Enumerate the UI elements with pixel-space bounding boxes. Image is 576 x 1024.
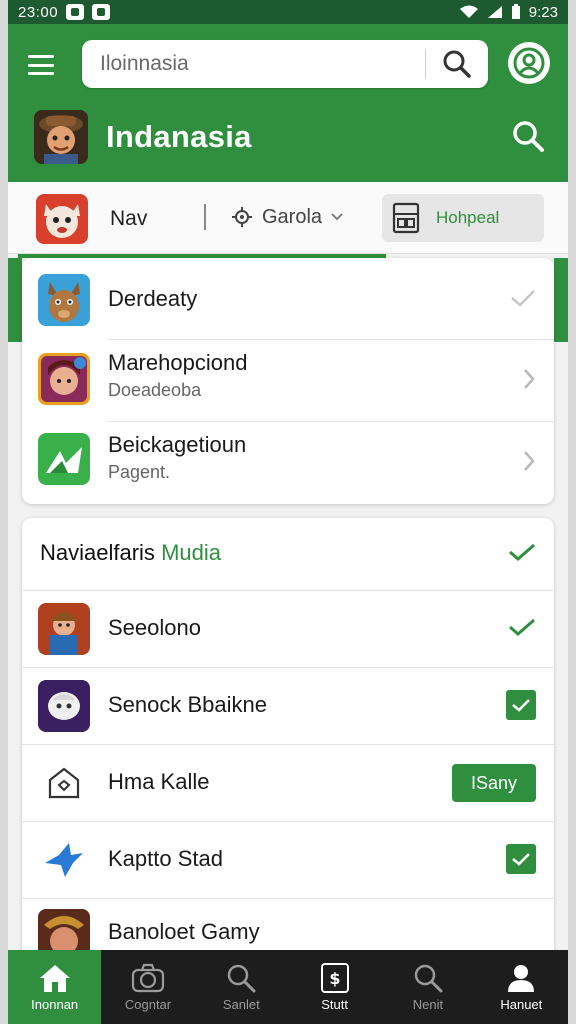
page-title: Indanasia [106,119,252,154]
dollar-icon: $ [320,962,349,993]
chevron-right-icon [522,368,536,395]
nav-profile[interactable]: Hanuet [475,950,568,1024]
list-item-title: Seeolono [108,615,201,640]
tab-bar: Nav Garola Hohpeal [8,182,568,254]
check-icon [512,699,530,712]
section-title: Naviaelfaris Mudia [40,540,221,566]
tab-filter-label: Garola [262,205,323,228]
check-icon [510,288,536,313]
list-item-subtitle: Pagent. [108,462,171,482]
header-search-button[interactable] [510,118,546,154]
profile-button[interactable] [508,42,550,84]
battery-icon [511,4,521,20]
home-icon [39,964,70,992]
nav-profile-label: Hanuet [500,996,543,1012]
list-item-title: Beickagetioun [108,432,247,457]
sany-button-label: ISany [452,764,536,802]
user-icon [513,47,545,79]
check-icon[interactable] [508,542,536,567]
list-item[interactable]: Derdeaty [22,258,554,338]
signal-icon [487,5,503,19]
app-icon [38,353,90,405]
list-item[interactable]: Kaptto Stad [22,822,554,898]
nav-home-label: Inonnan [31,996,79,1012]
phone-screen: 23:00 9:23 Iloinnasia Indanasia Nav Garo… [8,0,568,1024]
search-icon [414,964,443,992]
list-item[interactable]: Beickagetioun Pagent. [22,422,554,502]
list-item-title: Derdeaty [108,286,198,311]
search-icon [513,121,544,152]
search-input[interactable] [82,40,425,88]
nav-nenit[interactable]: Nenit [381,950,474,1024]
layout-icon [392,202,420,234]
status-bar: 23:00 9:23 [8,0,568,24]
app-header: Indanasia [8,24,568,182]
tab-active[interactable]: Hohpeal [382,194,544,242]
list-item-subtitle: Doeadeoba [108,380,202,400]
section-title-main: Naviaelfaris [40,540,155,565]
nav-search[interactable]: Sanlet [195,950,288,1024]
chevron-right-icon [522,450,536,477]
notification-icon [66,4,85,20]
search-bar [82,40,488,88]
list-item[interactable]: Senock Bbaikne [22,668,554,744]
wifi-icon [459,5,479,19]
list-item-title: Kaptto Stad [108,846,223,871]
search-icon [443,50,471,78]
nav-search-label: Sanlet [222,996,260,1012]
bird-icon [38,834,90,886]
gear-icon [232,207,252,227]
status-clock: 9:23 [528,3,558,21]
list-card: Derdeaty Marehopciond Doeadeoba Beickage… [22,258,554,504]
app-icon [38,274,90,326]
accent-strip [8,258,22,342]
search-button[interactable] [426,40,488,88]
tab-divider [204,204,206,230]
sany-button[interactable]: ISany [452,764,536,802]
person-icon [508,964,535,992]
list-item-title: Marehopciond [108,350,248,375]
list-item[interactable]: Seeolono [22,591,554,667]
checkbox[interactable] [506,844,536,874]
list-item-title: Banoloet Gamy [108,919,260,944]
section-card: Naviaelfaris Mudia Seeolono Senock Bbaik… [22,518,554,961]
nav-home[interactable]: Inonnan [8,950,102,1024]
app-icon [38,680,90,732]
camera-icon [131,963,165,992]
tab-filter-dropdown[interactable]: Garola [230,205,344,229]
nav-stutt[interactable]: $ Stutt [288,950,381,1024]
section-title-accent: Mudia [161,540,221,565]
status-time: 23:00 [18,3,59,21]
list-item-title: Senock Bbaikne [108,692,267,717]
app-icon [38,433,90,485]
check-icon[interactable] [508,617,536,642]
chevron-down-icon [331,213,343,221]
svg-text:$: $ [329,969,340,988]
app-logo [34,110,88,164]
check-icon [512,853,530,866]
accent-strip [554,258,568,342]
checkbox[interactable] [506,690,536,720]
search-icon [228,964,256,992]
nav-camera[interactable]: Cogntar [101,950,194,1024]
brand-row: Indanasia [34,110,252,164]
list-item-title: Hma Kalle [108,769,210,794]
app-icon[interactable] [36,194,88,244]
menu-button[interactable] [26,50,56,80]
app-icon [38,603,90,655]
tab-active-label: Hohpeal [436,208,500,227]
list-item[interactable]: Hma Kalle ISany [22,745,554,821]
nav-camera-label: Cogntar [124,996,172,1012]
nav-stutt-label: Stutt [321,996,349,1012]
nav-nenit-label: Nenit [412,996,444,1012]
home-outline-icon [38,757,90,809]
tab-nav[interactable]: Nav [110,207,147,231]
list-item[interactable]: Marehopciond Doeadeoba [22,340,554,420]
notification-icon [92,4,111,20]
bottom-navigation: Inonnan Cogntar Sanlet $ Stutt Nenit Han… [8,950,568,1024]
